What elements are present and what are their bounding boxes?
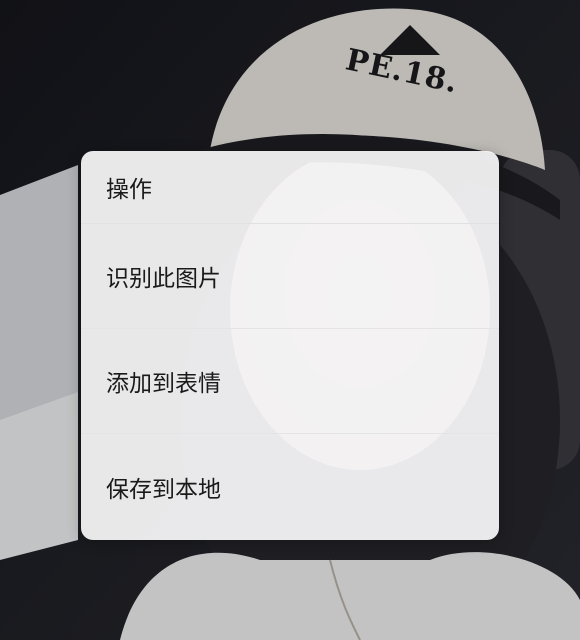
screen: PE.18. 操作 识别此图片 添加到表情 保存到本地 [0, 0, 580, 640]
menu-item-label: 添加到表情 [106, 371, 221, 397]
menu-item-label: 保存到本地 [106, 476, 221, 503]
action-menu: 操作 识别此图片 添加到表情 保存到本地 [81, 151, 499, 540]
menu-item-save-to-device[interactable]: 保存到本地 [81, 434, 499, 539]
menu-title: 操作 [81, 151, 499, 224]
menu-item-add-to-stickers[interactable]: 添加到表情 [81, 329, 499, 434]
menu-item-label: 识别此图片 [106, 266, 221, 292]
menu-item-recognize-image[interactable]: 识别此图片 [81, 224, 499, 329]
